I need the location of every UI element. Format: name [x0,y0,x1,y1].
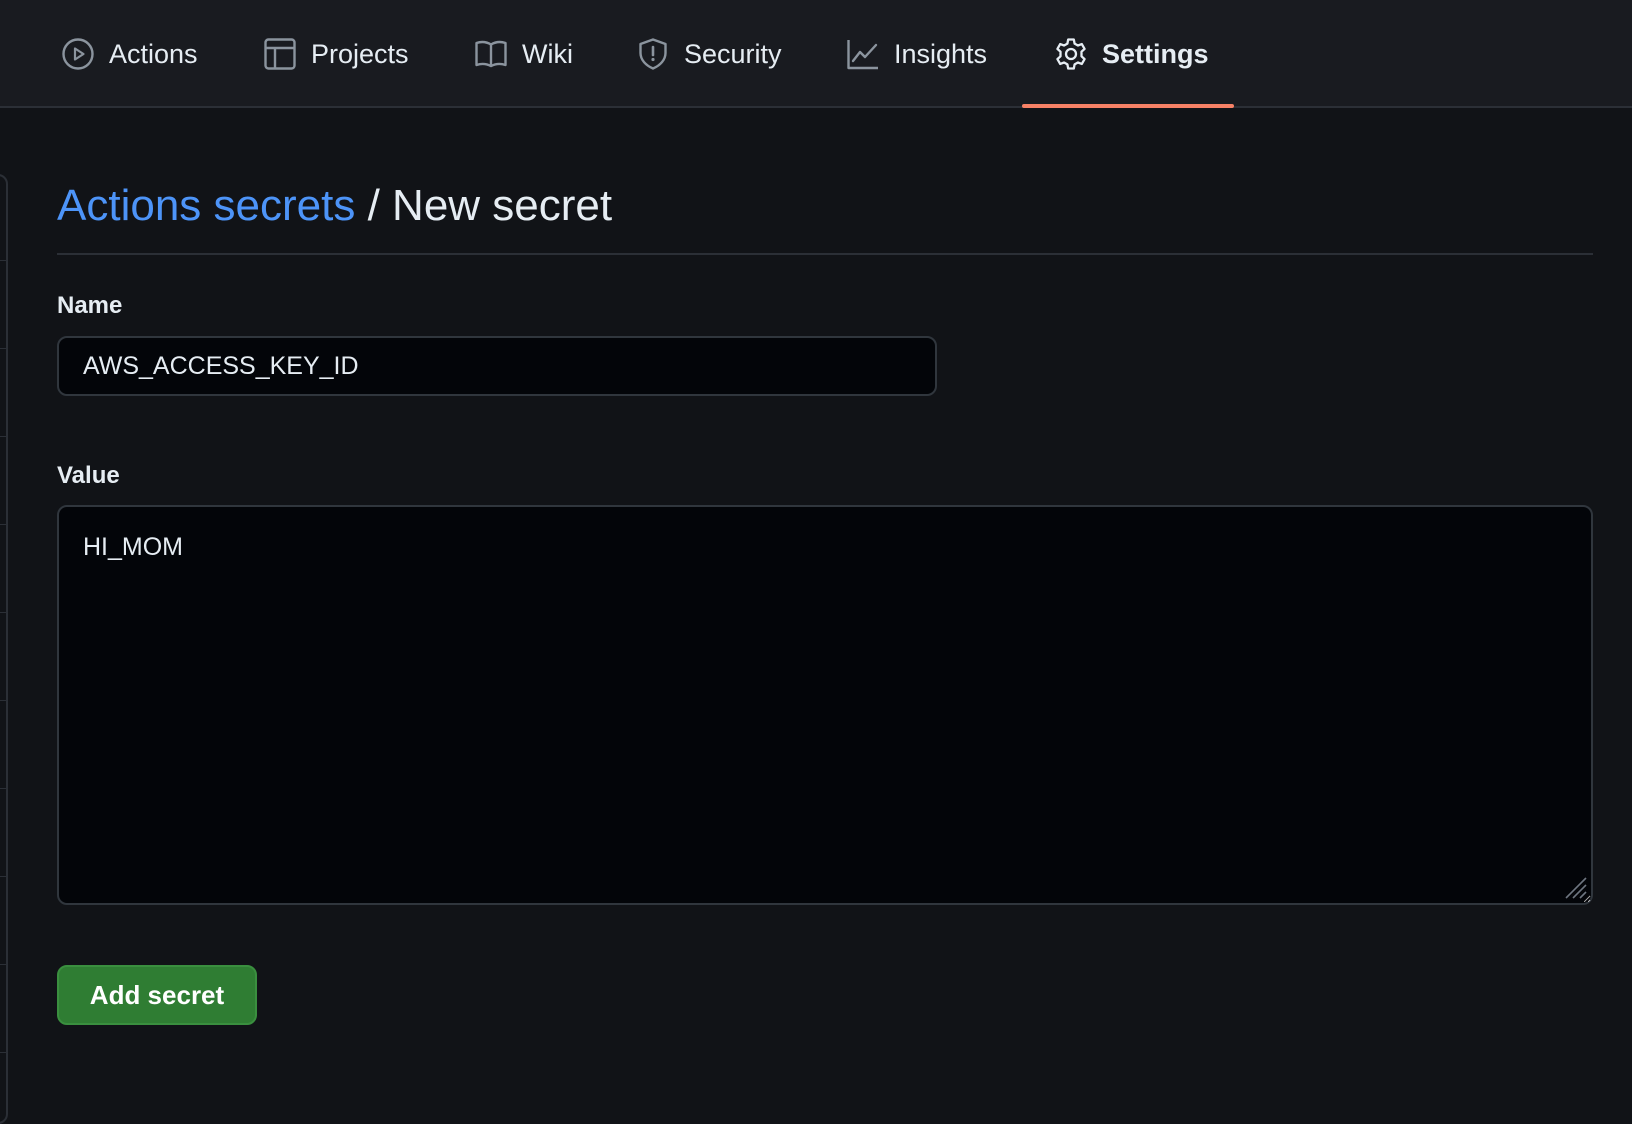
settings-sidebar [0,174,8,1124]
tab-label: Projects [311,38,409,69]
graph-icon [846,37,880,71]
book-icon [474,37,508,71]
tab-settings[interactable]: Settings [1054,0,1209,108]
active-tab-indicator [1022,104,1234,108]
gear-icon [1054,37,1088,71]
add-secret-button[interactable]: Add secret [57,965,257,1025]
repo-nav: Actions Projects Wiki Security Insights … [0,0,1632,108]
tab-insights[interactable]: Insights [846,0,987,108]
name-input[interactable] [57,336,937,396]
value-label: Value [57,462,120,489]
tab-label: Wiki [522,38,573,69]
resize-handle-icon[interactable] [1562,874,1588,900]
shield-icon [636,37,670,71]
value-textarea[interactable]: HI_MOM [57,505,1593,905]
breadcrumb-link-actions-secrets[interactable]: Actions secrets [57,181,355,230]
tab-label: Actions [109,38,198,69]
tab-projects[interactable]: Projects [263,0,409,108]
play-icon [61,37,95,71]
breadcrumb-separator: / [367,181,380,230]
breadcrumb: Actions secrets / New secret [57,178,612,234]
page-title: New secret [392,181,613,230]
tab-label: Insights [894,38,988,69]
name-label: Name [57,292,123,319]
table-icon [263,37,297,71]
tab-label: Settings [1102,38,1209,69]
tab-security[interactable]: Security [636,0,782,108]
tab-wiki[interactable]: Wiki [474,0,573,108]
tab-label: Security [684,38,782,69]
heading-divider [57,253,1593,255]
tab-actions[interactable]: Actions [61,0,198,108]
